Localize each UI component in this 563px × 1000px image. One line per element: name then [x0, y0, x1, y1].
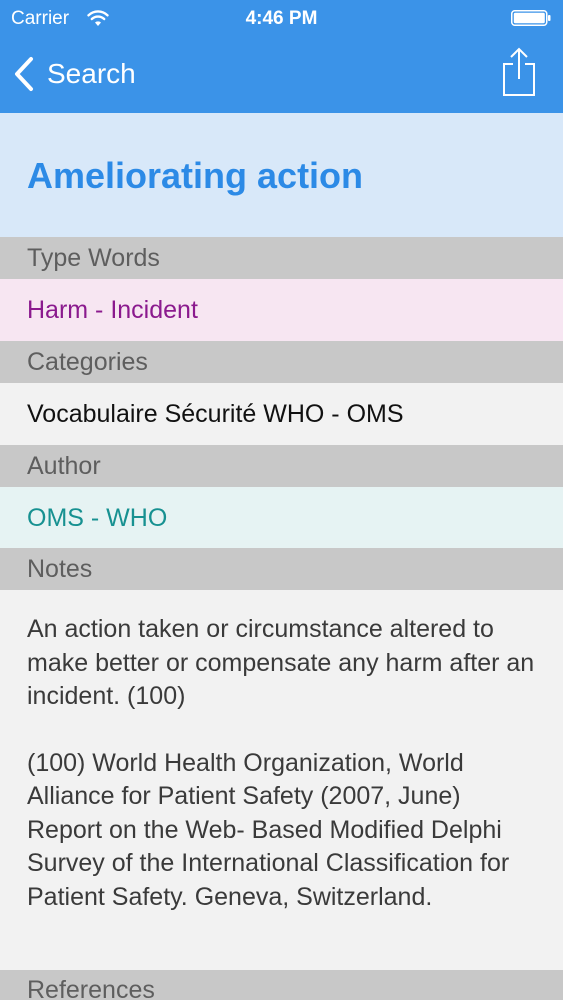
- notes-header: Notes: [0, 548, 563, 590]
- battery-icon: [511, 10, 551, 26]
- categories-value[interactable]: Vocabulaire Sécurité WHO - OMS: [0, 383, 563, 445]
- type-words-header: Type Words: [0, 237, 563, 279]
- page-title: Ameliorating action: [27, 155, 364, 196]
- type-words-value[interactable]: Harm - Incident: [0, 279, 563, 341]
- entry-title-area: Ameliorating action: [0, 113, 563, 237]
- back-button-label: Search: [47, 58, 136, 89]
- back-button[interactable]: Search: [12, 52, 136, 96]
- share-icon[interactable]: [501, 47, 537, 97]
- author-value[interactable]: OMS - WHO: [0, 487, 563, 549]
- categories-header: Categories: [0, 341, 563, 383]
- notes-definition: An action taken or circumstance altered …: [27, 615, 535, 710]
- notes-body: An action taken or circumstance altered …: [0, 590, 563, 970]
- notes-citation: (100) World Health Organization, World A…: [27, 748, 510, 911]
- status-bar: Carrier 4:46 PM: [0, 0, 563, 36]
- chevron-left-icon: [15, 57, 33, 91]
- clock: 4:46 PM: [245, 8, 318, 29]
- navigation-bar: Carrier 4:46 PM Search: [0, 0, 563, 113]
- references-header: References: [0, 970, 563, 1000]
- author-header: Author: [0, 445, 563, 487]
